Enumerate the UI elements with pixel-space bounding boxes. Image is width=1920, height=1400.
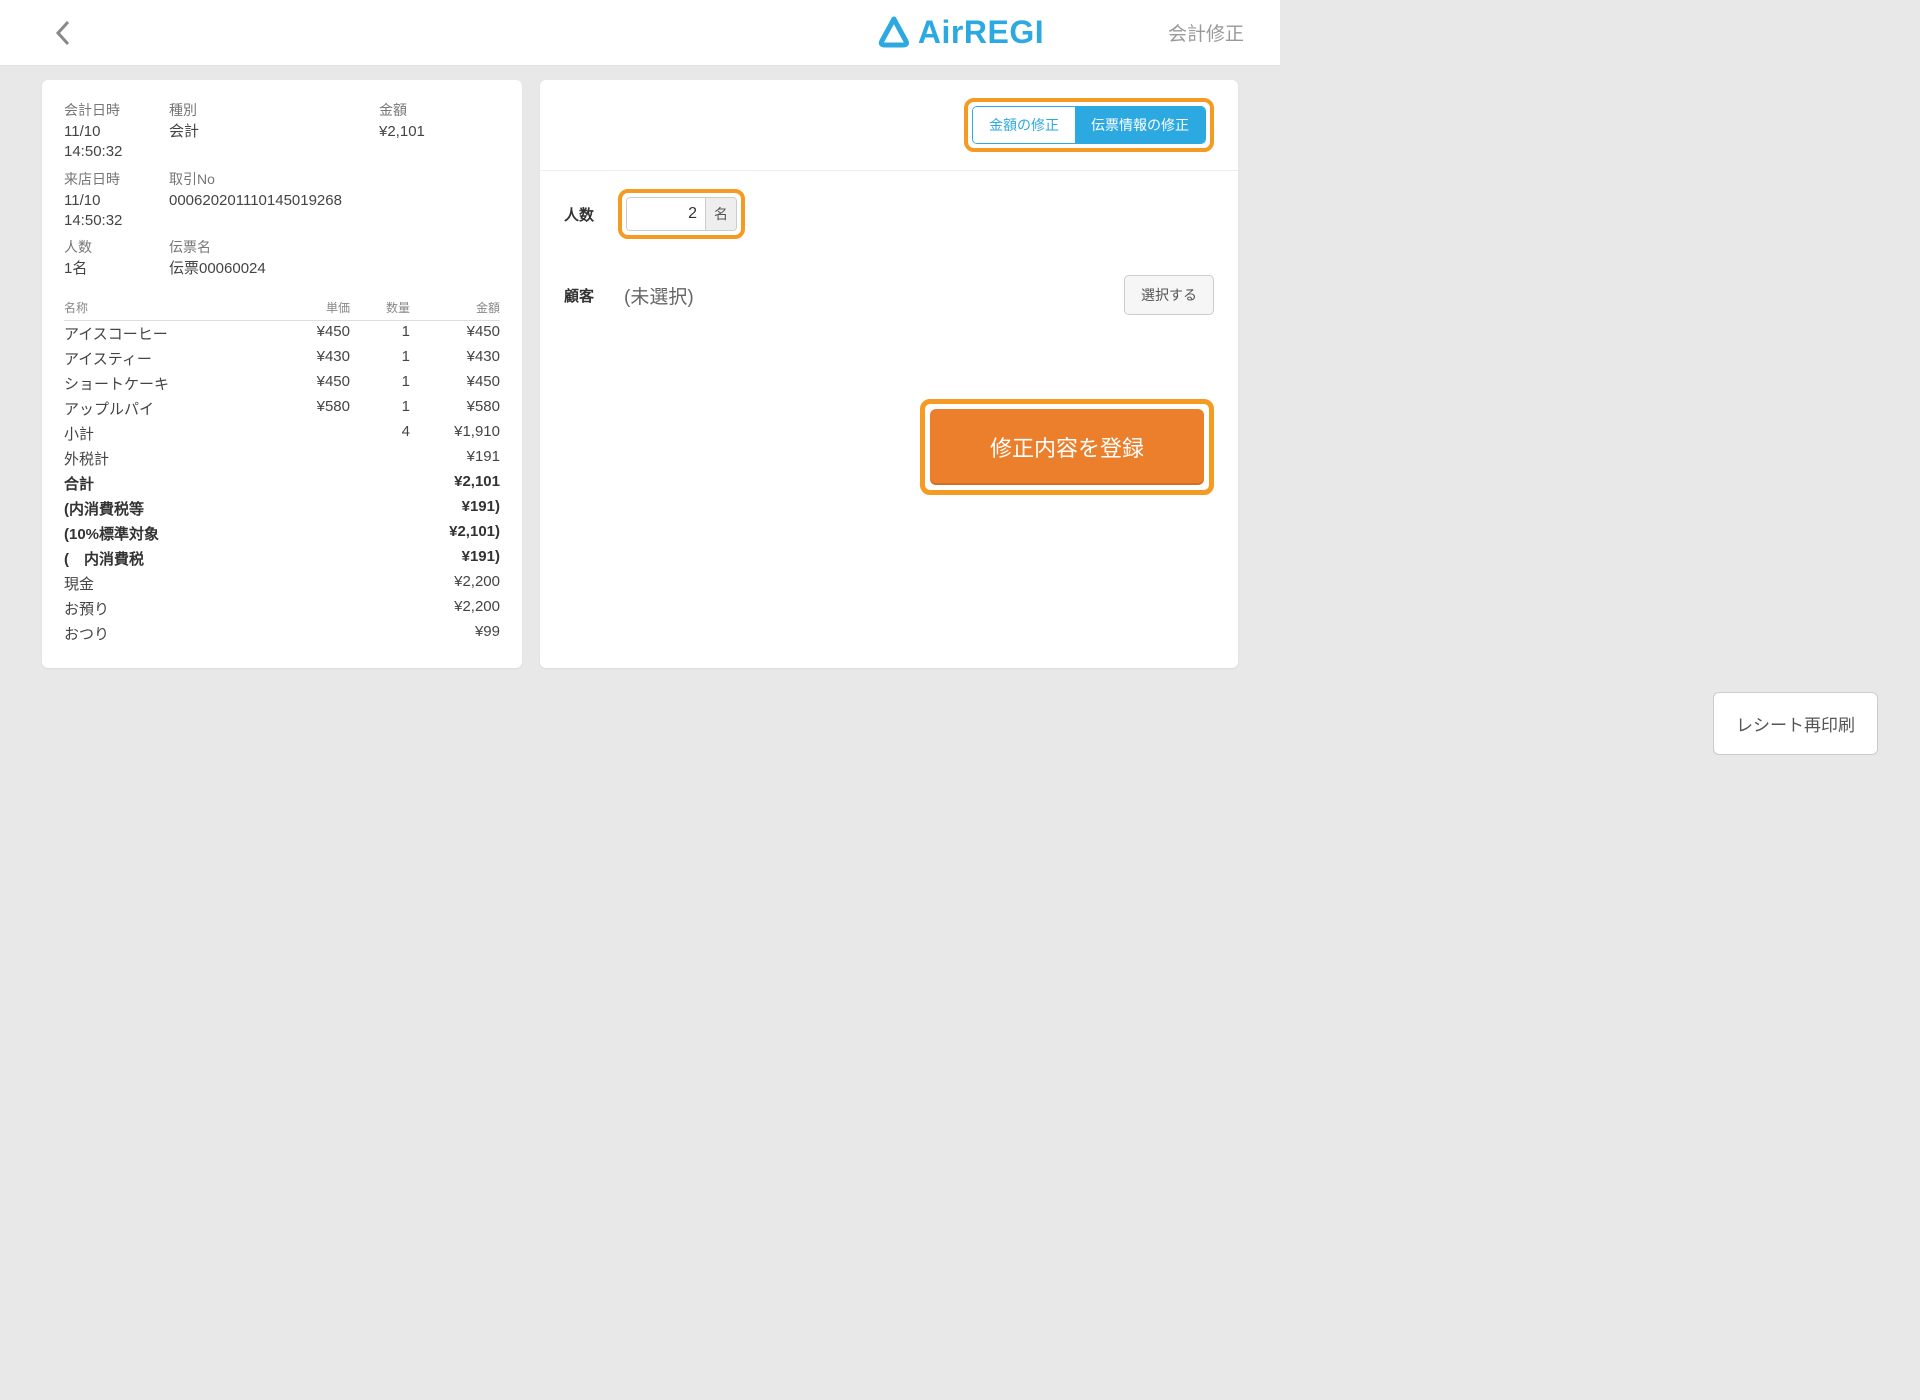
- item-name: アイスティー: [64, 348, 270, 369]
- summary-amount: ¥191): [410, 498, 500, 519]
- summary-qty: [350, 598, 410, 619]
- reprint-button[interactable]: レシート再印刷: [1713, 692, 1878, 755]
- back-button[interactable]: [54, 18, 72, 48]
- label-txno: 取引No: [169, 165, 500, 189]
- item-qty: 1: [350, 398, 410, 419]
- item-row: ショートケーキ¥4501¥450: [64, 371, 500, 396]
- header-mode-label: 会計修正: [1168, 19, 1244, 46]
- edit-panel: 金額の修正 伝票情報の修正 人数 名 顧客 (未選択): [540, 80, 1238, 668]
- summary-qty: [350, 523, 410, 544]
- summary-row: お預り ¥2,200: [64, 596, 500, 621]
- summary-name: おつり: [64, 623, 270, 644]
- val-visit: 11/1014:50:32: [64, 191, 169, 232]
- summary-name: (10%標準対象: [64, 523, 270, 544]
- summary-name: ( 内消費税: [64, 548, 270, 569]
- header-bar: AirREGI 会計修正: [0, 0, 1280, 66]
- summary-amount: ¥2,101): [410, 523, 500, 544]
- select-customer-button[interactable]: 選択する: [1124, 275, 1214, 315]
- col-name: 名称: [64, 299, 270, 316]
- segment-highlight: 金額の修正 伝票情報の修正: [964, 98, 1214, 152]
- people-label: 人数: [564, 204, 618, 225]
- item-unit: ¥450: [270, 373, 350, 394]
- item-amount: ¥580: [410, 398, 500, 419]
- val-amount: ¥2,101: [379, 122, 500, 163]
- summary-qty: [350, 573, 410, 594]
- label-amount: 金額: [379, 96, 500, 120]
- summary-name: (内消費税等: [64, 498, 270, 519]
- summary-amount: ¥2,200: [410, 573, 500, 594]
- item-amount: ¥450: [410, 373, 500, 394]
- summary-row: おつり ¥99: [64, 621, 500, 646]
- people-input[interactable]: [627, 198, 705, 230]
- label-type: 種別: [169, 96, 379, 120]
- val-datetime: 11/1014:50:32: [64, 122, 169, 163]
- edit-mode-segment: 金額の修正 伝票情報の修正: [972, 106, 1206, 144]
- receipt-panel: 会計日時 種別 金額 11/1014:50:32 会計 ¥2,101 来店日時 …: [42, 80, 522, 668]
- summary-name: 外税計: [64, 448, 270, 469]
- col-qty: 数量: [350, 299, 410, 316]
- val-slip: 伝票00060024: [169, 259, 500, 279]
- summary-row: ( 内消費税 ¥191): [64, 546, 500, 571]
- logo-text: AirREGI: [918, 14, 1044, 51]
- item-unit: ¥430: [270, 348, 350, 369]
- submit-button[interactable]: 修正内容を登録: [930, 409, 1204, 485]
- label-visit: 来店日時: [64, 165, 169, 189]
- item-row: アイスコーヒー¥4501¥450: [64, 321, 500, 346]
- segment-slipinfo[interactable]: 伝票情報の修正: [1075, 107, 1205, 143]
- app-logo: AirREGI: [876, 14, 1044, 51]
- logo-icon: [876, 15, 912, 51]
- summary-qty: [350, 498, 410, 519]
- col-unit: 単価: [270, 299, 350, 316]
- summary-qty: 4: [350, 423, 410, 444]
- people-highlight: 名: [618, 189, 745, 239]
- receipt-info: 会計日時 種別 金額 11/1014:50:32 会計 ¥2,101 来店日時 …: [64, 96, 500, 279]
- item-unit: ¥580: [270, 398, 350, 419]
- summary-amount: ¥1,910: [410, 423, 500, 444]
- items-table: 名称 単価 数量 金額 アイスコーヒー¥4501¥450アイスティー¥4301¥…: [64, 299, 500, 646]
- summary-amount: ¥191: [410, 448, 500, 469]
- summary-qty: [350, 548, 410, 569]
- label-people: 人数: [64, 233, 169, 257]
- submit-highlight: 修正内容を登録: [920, 399, 1214, 495]
- item-row: アイスティー¥4301¥430: [64, 346, 500, 371]
- label-slip: 伝票名: [169, 233, 500, 257]
- people-unit: 名: [705, 198, 736, 230]
- summary-row: 外税計 ¥191: [64, 446, 500, 471]
- item-name: アイスコーヒー: [64, 323, 270, 344]
- item-unit: ¥450: [270, 323, 350, 344]
- summary-amount: ¥2,200: [410, 598, 500, 619]
- summary-amount: ¥99: [410, 623, 500, 644]
- val-people: 1名: [64, 259, 169, 279]
- item-name: ショートケーキ: [64, 373, 270, 394]
- chevron-left-icon: [55, 20, 71, 46]
- item-qty: 1: [350, 348, 410, 369]
- item-amount: ¥450: [410, 323, 500, 344]
- summary-row: 現金 ¥2,200: [64, 571, 500, 596]
- summary-name: 現金: [64, 573, 270, 594]
- summary-name: 小計: [64, 423, 270, 444]
- customer-value: (未選択): [624, 282, 694, 309]
- summary-amount: ¥2,101: [410, 473, 500, 494]
- item-row: アップルパイ¥5801¥580: [64, 396, 500, 421]
- summary-qty: [350, 623, 410, 644]
- item-amount: ¥430: [410, 348, 500, 369]
- item-name: アップルパイ: [64, 398, 270, 419]
- summary-row: (内消費税等 ¥191): [64, 496, 500, 521]
- customer-label: 顧客: [564, 285, 618, 306]
- summary-row: 合計 ¥2,101: [64, 471, 500, 496]
- summary-qty: [350, 473, 410, 494]
- summary-qty: [350, 448, 410, 469]
- col-amount: 金額: [410, 299, 500, 316]
- val-type: 会計: [169, 122, 379, 163]
- summary-name: 合計: [64, 473, 270, 494]
- summary-amount: ¥191): [410, 548, 500, 569]
- summary-row: (10%標準対象 ¥2,101): [64, 521, 500, 546]
- segment-amount[interactable]: 金額の修正: [973, 107, 1075, 143]
- summary-name: お預り: [64, 598, 270, 619]
- summary-row: 小計 4¥1,910: [64, 421, 500, 446]
- label-datetime: 会計日時: [64, 96, 169, 120]
- item-qty: 1: [350, 323, 410, 344]
- val-txno: 00062020111014501​9268: [169, 191, 500, 232]
- item-qty: 1: [350, 373, 410, 394]
